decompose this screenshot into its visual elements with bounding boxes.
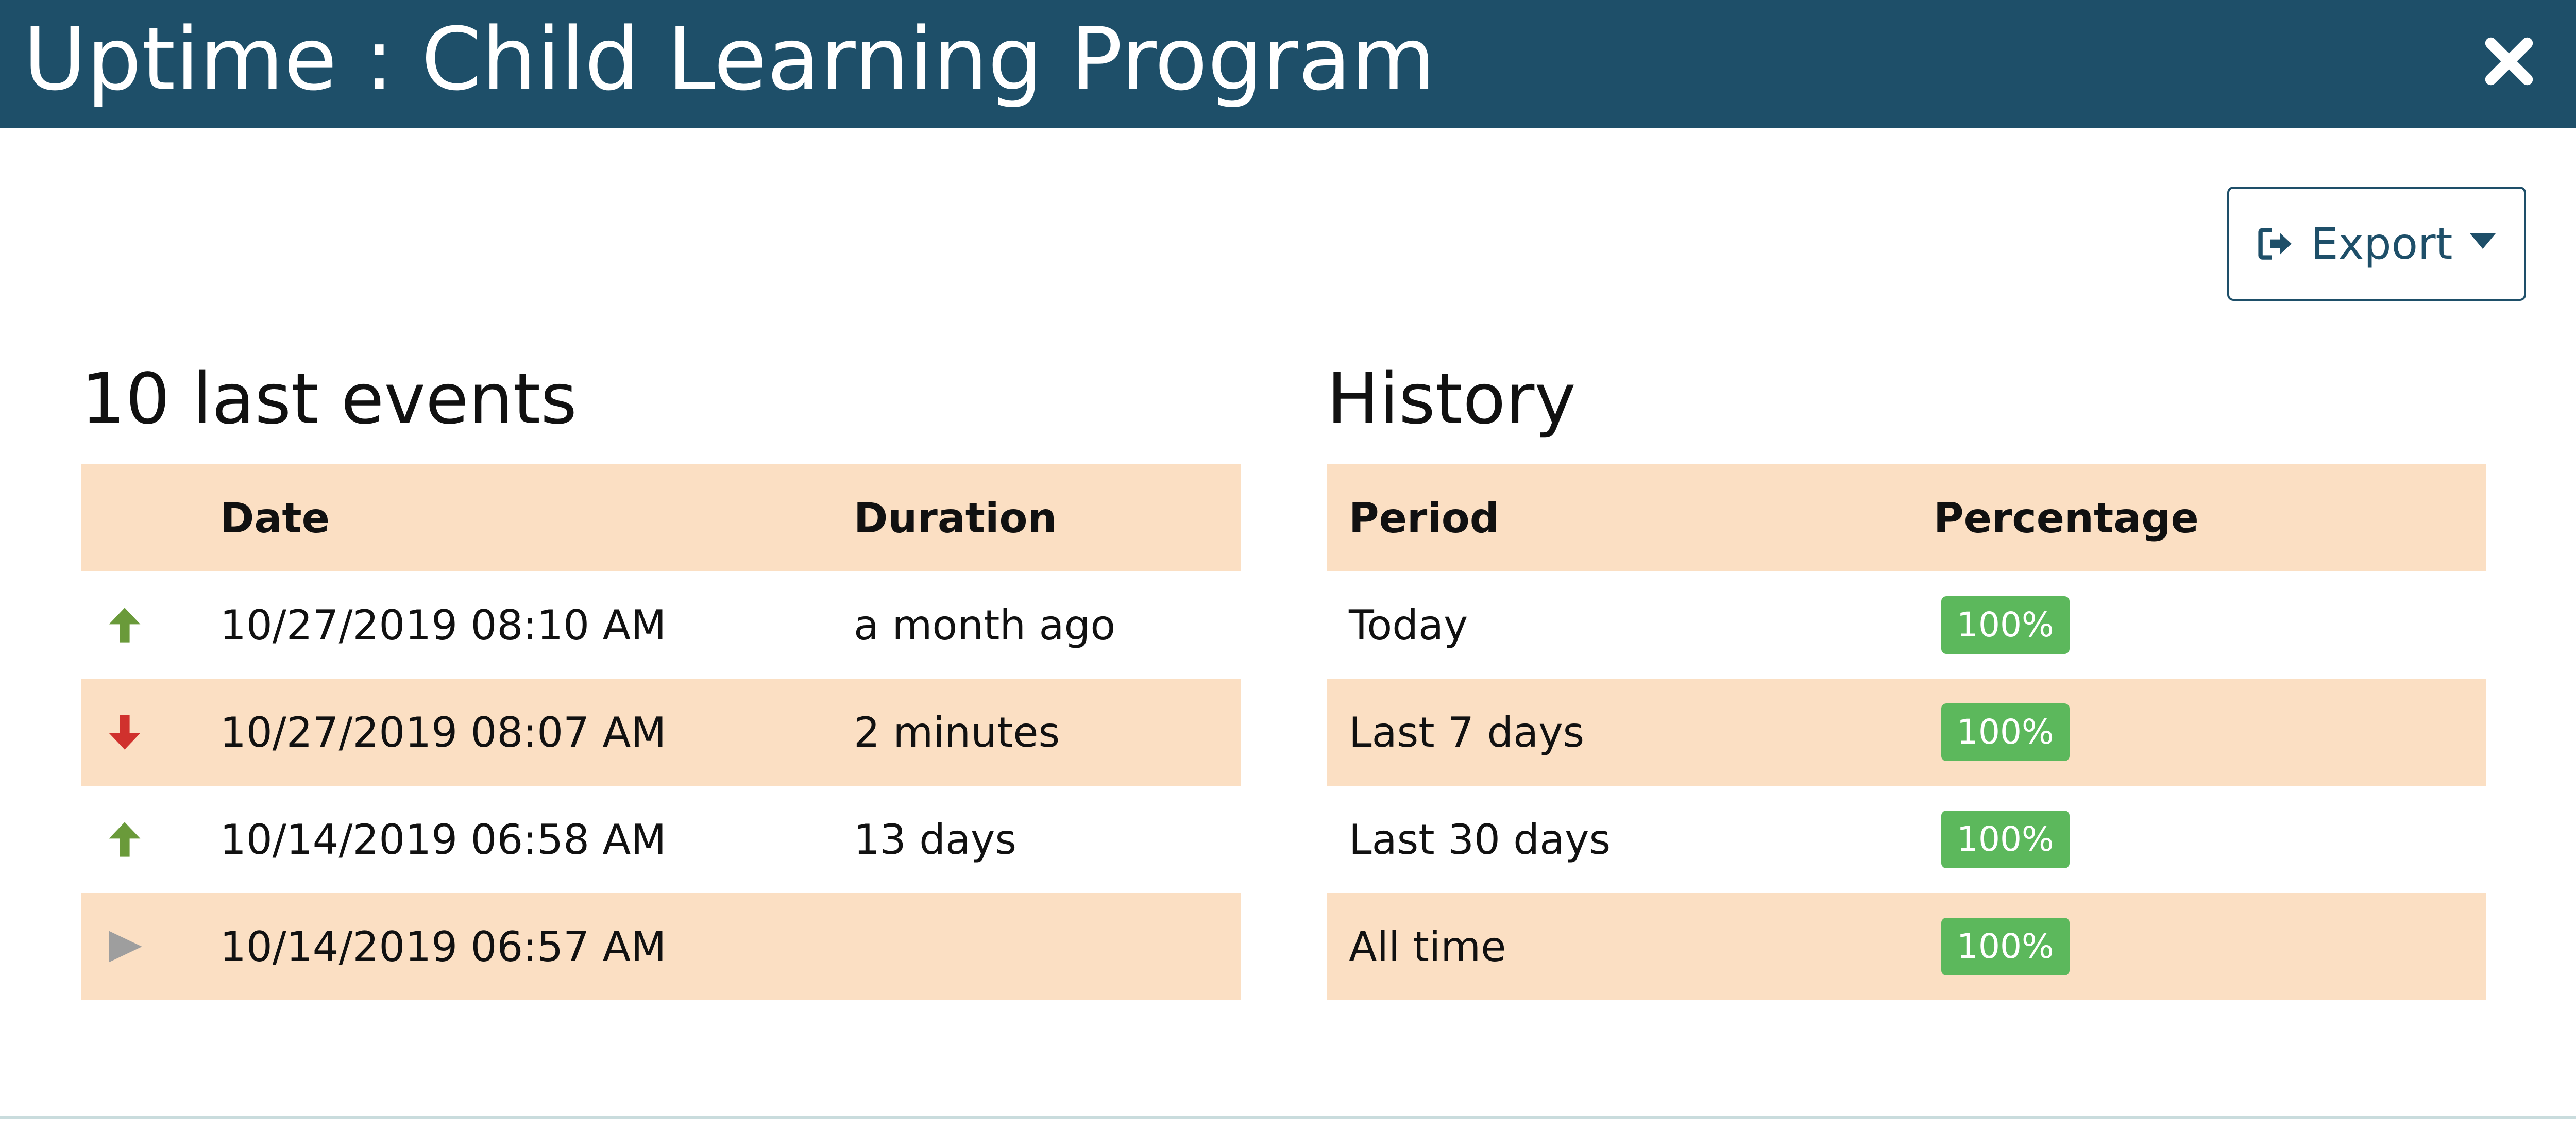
play-icon <box>101 893 148 1000</box>
events-table: Date Duration 10/27/2019 08:10 AM a mont… <box>81 464 1241 1000</box>
close-icon[interactable] <box>2481 33 2537 90</box>
percentage-badge: 100% <box>1941 703 2070 761</box>
export-label: Export <box>2311 218 2453 269</box>
event-duration: 13 days <box>854 815 1017 864</box>
column-header-duration: Duration <box>854 494 1057 542</box>
table-row: 10/27/2019 08:10 AM a month ago <box>81 571 1241 679</box>
history-section-title: History <box>1327 359 1576 440</box>
event-date: 10/14/2019 06:57 AM <box>220 922 667 971</box>
history-percentage: 100% <box>1934 786 2070 893</box>
table-row: All time 100% <box>1327 893 2486 1000</box>
event-duration: 2 minutes <box>854 708 1060 756</box>
event-date: 10/27/2019 08:07 AM <box>220 708 667 756</box>
event-date: 10/27/2019 08:10 AM <box>220 601 667 649</box>
column-header-period: Period <box>1349 494 1499 542</box>
percentage-badge: 100% <box>1941 596 2070 654</box>
export-button[interactable]: Export <box>2227 187 2526 301</box>
history-header-row: Period Percentage <box>1327 464 2486 571</box>
history-percentage: 100% <box>1934 893 2070 1000</box>
table-row: 10/14/2019 06:57 AM <box>81 893 1241 1000</box>
history-period: Last 30 days <box>1349 815 1611 864</box>
caret-down-icon <box>2470 233 2496 254</box>
column-header-status <box>101 464 148 571</box>
arrow-up-icon <box>101 786 148 893</box>
uptime-modal: Uptime : Child Learning Program Export 1… <box>0 0 2576 1128</box>
history-percentage: 100% <box>1934 571 2070 679</box>
history-period: Last 7 days <box>1349 708 1585 756</box>
arrow-up-icon <box>101 571 148 679</box>
percentage-badge: 100% <box>1941 811 2070 868</box>
column-header-percentage: Percentage <box>1934 494 2199 542</box>
events-header-row: Date Duration <box>81 464 1241 571</box>
modal-title: Uptime : Child Learning Program <box>23 9 1436 110</box>
table-row: 10/27/2019 08:07 AM 2 minutes <box>81 679 1241 786</box>
event-date: 10/14/2019 06:58 AM <box>220 815 667 864</box>
sign-out-icon <box>2258 226 2294 262</box>
history-table: Period Percentage Today 100% Last 7 days… <box>1327 464 2486 1000</box>
events-section-title: 10 last events <box>81 359 578 440</box>
history-percentage: 100% <box>1934 679 2070 786</box>
table-row: Last 30 days 100% <box>1327 786 2486 893</box>
table-row: 10/14/2019 06:58 AM 13 days <box>81 786 1241 893</box>
event-duration: a month ago <box>854 601 1116 649</box>
table-row: Today 100% <box>1327 571 2486 679</box>
percentage-badge: 100% <box>1941 918 2070 975</box>
history-period: Today <box>1349 601 1468 649</box>
table-row: Last 7 days 100% <box>1327 679 2486 786</box>
footer-divider <box>0 1116 2576 1119</box>
history-period: All time <box>1349 922 1506 971</box>
arrow-down-icon <box>101 679 148 786</box>
column-header-date: Date <box>220 494 330 542</box>
modal-header: Uptime : Child Learning Program <box>0 0 2576 128</box>
